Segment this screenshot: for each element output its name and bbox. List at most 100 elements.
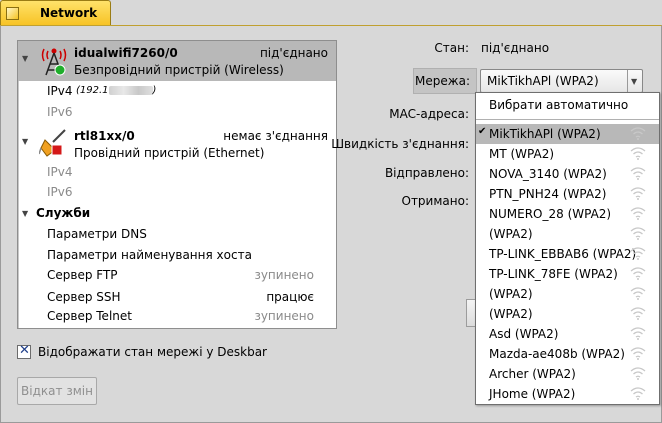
expand-arrow-icon[interactable]: ▼ [22,54,28,63]
menu-item-label: PTN_PNH24 (WPA2) [489,187,607,201]
network-select[interactable]: MikTikhAPl (WPA2) ▼ [480,69,643,93]
menu-item-network[interactable]: TP-LINK_78FE (WPA2) [476,264,659,284]
wifi-signal-icon [630,147,646,160]
speed-label: Швидкість з'єднання: [331,137,469,151]
menu-item-label: Mazda-ae408b (WPA2) [489,347,625,361]
window-tab[interactable]: Network [0,0,111,25]
wifi-signal-icon [630,347,646,360]
wifi-antenna-icon [41,48,67,76]
list-item-service[interactable]: Сервер Telnet зупинено [18,309,336,329]
close-box-icon[interactable] [6,7,19,20]
list-item-services[interactable]: ▼ Служби [18,205,336,225]
device-type: Безпровідний пристрій (Wireless) [74,63,284,77]
network-select-value: MikTikhAPl (WPA2) [487,74,599,88]
menu-item-label: (WPA2) [489,287,533,301]
list-item-service[interactable]: Сервер SSH працює [18,289,336,309]
service-status: зупинено [254,268,314,282]
ipv6-label: IPv6 [47,105,73,119]
revert-button[interactable]: Відкат змін [17,377,97,405]
device-status: під'єднано [259,46,328,60]
device-type: Провідний пристрій (Ethernet) [74,146,265,160]
deskbar-checkbox[interactable]: ✕ [17,343,31,359]
ethernet-plug-icon [39,129,66,157]
menu-item-label: MikTikhAPl (WPA2) [489,127,601,141]
menu-item-network[interactable]: Mazda-ae408b (WPA2) [476,344,659,364]
menu-item-network[interactable]: MT (WPA2) [476,144,659,164]
received-label: Отримано: [401,194,470,208]
service-label: Параметри найменування хоста [47,248,252,262]
wifi-signal-icon [630,327,646,340]
menu-item-network[interactable]: TP-LINK_EBBAB6 (WPA2) [476,244,659,264]
menu-item-label: (WPA2) [489,227,533,241]
checkmark-icon: ✔ [478,126,487,137]
wifi-signal-icon [630,247,646,260]
ipv4-label: IPv4 [47,84,73,98]
chevron-down-icon: ▼ [631,77,638,86]
service-label: Сервер FTP [47,268,118,282]
wifi-signal-icon [630,207,646,220]
wifi-signal-icon [630,367,646,380]
mac-label: MAC-адреса: [389,107,469,121]
menu-item-network[interactable]: Asd (WPA2) [476,324,659,344]
menu-item-network[interactable]: (WPA2) [476,224,659,244]
list-item-ipv6[interactable]: IPv6 [18,185,336,205]
menu-item-network[interactable]: Archer (WPA2) [476,364,659,384]
menu-item-label: MT (WPA2) [489,147,555,161]
menu-item-label: Archer (WPA2) [489,367,576,381]
state-value: під'єднано [481,41,550,55]
menu-item-label: NUMERO_28 (WPA2) [489,207,612,221]
device-name: idualwifi7260/0 [74,46,178,60]
list-item-device-wifi[interactable]: ▼ idualwifi7260/0 під'єднано Безпровідни… [18,41,336,81]
dropdown-button[interactable]: ▼ [627,70,642,92]
list-item-ipv6[interactable]: IPv6 [18,103,336,123]
service-label: Сервер SSH [47,290,121,304]
wifi-signal-icon [630,307,646,320]
menu-item-network[interactable]: ✔ MikTikhAPl (WPA2) [476,124,659,144]
menu-item-network[interactable]: JHome (WPA2) [476,384,659,404]
menu-item-label: NOVA_3140 (WPA2) [489,167,607,181]
menu-item-label: JHome (WPA2) [489,387,576,401]
list-item-ipv4[interactable]: IPv4 (192.1) [18,82,336,102]
wifi-signal-icon [630,187,646,200]
menu-item-network[interactable]: (WPA2) [476,304,659,324]
menu-item-label: TP-LINK_EBBAB6 (WPA2) [489,247,637,261]
menu-item-network[interactable]: PTN_PNH24 (WPA2) [476,184,659,204]
expand-arrow-icon[interactable]: ▼ [22,209,28,218]
menu-item-label: Вибрати автоматично [489,98,629,112]
ipv4-address: (192.1) [76,85,157,96]
menu-item-network[interactable]: (WPA2) [476,284,659,304]
wifi-signal-icon [630,287,646,300]
menu-item-network[interactable]: NUMERO_28 (WPA2) [476,204,659,224]
list-item-service[interactable]: Параметри DNS [18,226,336,246]
ipv4-label: IPv4 [47,165,73,179]
service-label: Параметри DNS [47,227,147,241]
wifi-signal-icon [630,387,646,400]
device-status: немає з'єднання [223,129,328,143]
ipv6-label: IPv6 [47,185,73,199]
window-title: Network [40,6,98,20]
sent-label: Відправлено: [384,166,469,180]
wifi-signal-icon [630,227,646,240]
menu-item-label: Asd (WPA2) [489,327,559,341]
services-header: Служби [36,206,91,220]
menu-item-label: (WPA2) [489,307,533,321]
wifi-signal-icon [630,167,646,180]
list-item-service[interactable]: Сервер FTP зупинено [18,268,336,288]
check-mark-icon: ✕ [19,343,30,358]
menu-item-label: TP-LINK_78FE (WPA2) [489,267,618,281]
menu-item-network[interactable]: NOVA_3140 (WPA2) [476,164,659,184]
service-status: зупинено [254,309,314,323]
service-label: Сервер Telnet [47,309,132,323]
menu-item-auto[interactable]: Вибрати автоматично [476,95,659,115]
wifi-signal-icon [630,267,646,280]
list-item-ipv4[interactable]: IPv4 [18,165,336,185]
deskbar-checkbox-label[interactable]: Відображати стан мережі у Deskbar [38,345,267,359]
network-label: Мережа: [413,68,477,94]
list-item-device-ethernet[interactable]: ▼ rtl81xx/0 немає з'єднання Провідний пр… [18,124,336,164]
service-status: працює [266,290,314,304]
network-popup-menu[interactable]: Вибрати автоматично ✔ MikTikhAPl (WPA2) MT… [475,92,660,405]
device-name: rtl81xx/0 [74,129,135,143]
expand-arrow-icon[interactable]: ▼ [22,137,28,146]
list-item-service[interactable]: Параметри найменування хоста [18,247,336,267]
interface-list[interactable]: ▼ idualwifi7260/0 під'єднано Безпровідни… [17,40,337,329]
